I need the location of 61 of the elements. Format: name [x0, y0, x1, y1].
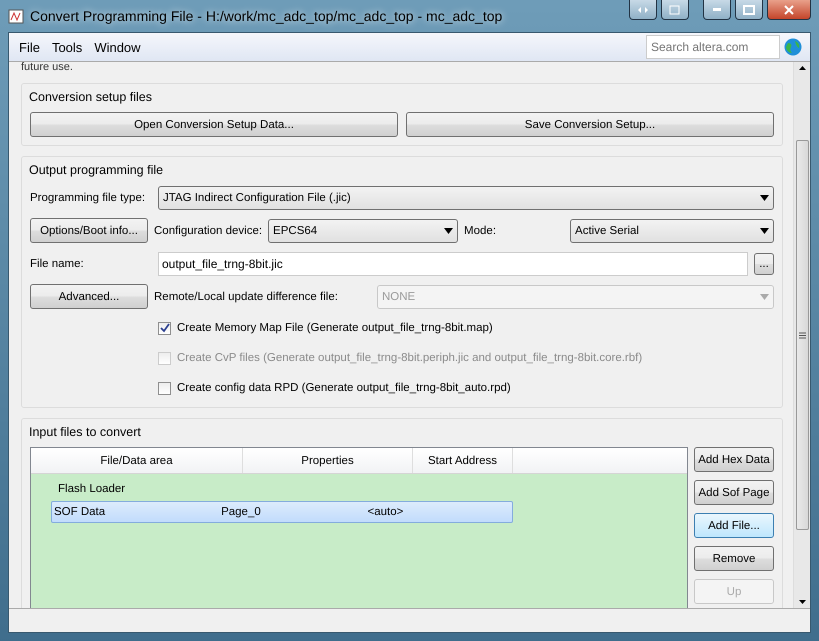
- dock-button[interactable]: [629, 0, 657, 20]
- setup-button[interactable]: Save Conversion Setup...: [406, 112, 774, 137]
- side-button[interactable]: Remove: [694, 546, 774, 571]
- menu-item[interactable]: Window: [88, 40, 147, 54]
- checkbox-label: Create CvP files (Generate output_file_trng-8bit.periph.jic and output_file_trng-8bit.core.rbf): [177, 352, 642, 364]
- checkbox[interactable]: [158, 382, 171, 394]
- globe-icon[interactable]: [784, 38, 802, 56]
- double-arrow-icon: [637, 4, 649, 14]
- side-button[interactable]: Add Hex Data: [694, 447, 774, 472]
- app-icon: [8, 8, 24, 24]
- close-icon: [783, 4, 795, 14]
- minimize-button[interactable]: [703, 0, 731, 20]
- scroll-up-icon[interactable]: [798, 66, 806, 70]
- clipped-text: future use.: [21, 62, 74, 73]
- field-label: Mode:: [464, 224, 498, 236]
- field-label: Remote/Local update difference file:: [154, 290, 339, 302]
- scroll-down-icon[interactable]: [798, 600, 806, 604]
- vertical-scrollbar[interactable]: [793, 62, 810, 608]
- window-icon: [669, 4, 681, 14]
- table-cell-text: <auto>: [366, 506, 404, 518]
- file-type-dropdown[interactable]: JTAG Indirect Configuration File (.jic): [158, 186, 774, 210]
- dropdown-arrow-icon: [760, 294, 769, 300]
- menu-item[interactable]: Tools: [46, 40, 88, 54]
- field-label: Programming file type:: [30, 192, 146, 204]
- file-name-field[interactable]: output_file_trng-8bit.jic: [158, 252, 748, 276]
- window-title: Convert Programming File - H:/work/mc_adc_top/mc_adc_top - mc_adc_top: [30, 8, 502, 24]
- table-cell-text: Page_0: [220, 506, 262, 518]
- browse-button[interactable]: ...: [754, 252, 774, 274]
- group-title: Output programming file: [29, 163, 164, 177]
- search-field[interactable]: Search altera.com: [646, 35, 780, 59]
- device-dropdown[interactable]: EPCS64: [268, 218, 458, 242]
- table-cell-text: Flash Loader: [57, 483, 126, 495]
- field-label: Configuration device:: [154, 224, 262, 236]
- menu-item[interactable]: File: [13, 40, 46, 54]
- maximize-icon: [743, 4, 755, 14]
- advanced-button[interactable]: Advanced...: [30, 284, 148, 309]
- table-cell-text: SOF Data: [53, 506, 106, 518]
- table-row[interactable]: Flash Loader: [55, 478, 687, 500]
- column-header[interactable]: Start Address: [413, 448, 513, 473]
- options-button[interactable]: Options/Boot info...: [30, 218, 148, 243]
- dropdown-arrow-icon: [760, 194, 769, 200]
- close-button[interactable]: [767, 0, 811, 20]
- checkbox-label: Create config data RPD (Generate output_file_trng-8bit_auto.rpd): [177, 382, 511, 394]
- dropdown-arrow-icon: [760, 228, 769, 234]
- checkbox[interactable]: [158, 322, 171, 334]
- grip-icon: [798, 332, 806, 338]
- column-header[interactable]: Properties: [243, 448, 413, 473]
- group-title: Conversion setup files: [29, 90, 153, 104]
- setup-button[interactable]: Open Conversion Setup Data...: [30, 112, 398, 137]
- side-button[interactable]: Add Sof Page: [694, 480, 774, 505]
- maximize-button[interactable]: [735, 0, 763, 20]
- selected-table-row[interactable]: SOF Data Page_0 <auto>: [51, 501, 513, 523]
- dropdown-arrow-icon: [444, 228, 454, 234]
- column-header[interactable]: File/Data area: [31, 448, 243, 473]
- side-button[interactable]: Add File...: [694, 513, 774, 538]
- group-title: Input files to convert: [29, 425, 142, 439]
- field-label: File name:: [30, 258, 85, 270]
- checkbox-label: Create Memory Map File (Generate output_file_trng-8bit.map): [177, 322, 493, 334]
- detach-button[interactable]: [661, 0, 689, 20]
- minimize-icon: [713, 8, 721, 11]
- mode-dropdown[interactable]: Active Serial: [570, 218, 774, 242]
